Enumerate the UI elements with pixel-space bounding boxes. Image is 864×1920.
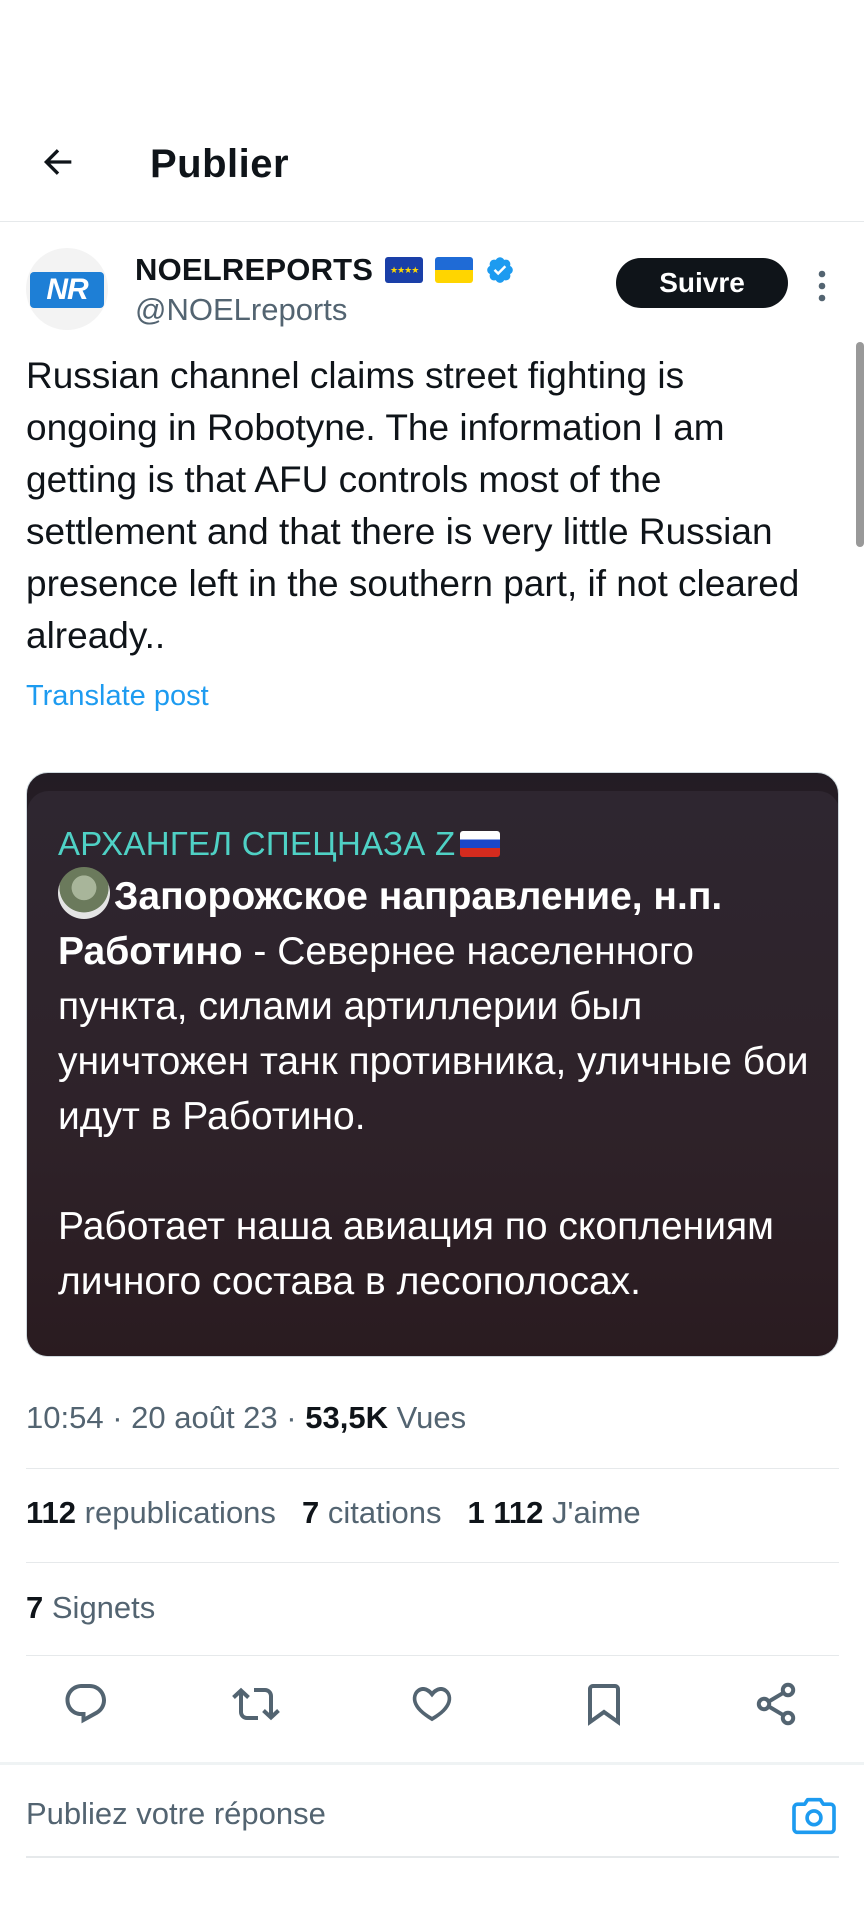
likes-stat[interactable]: 1 112 J'aime	[468, 1495, 641, 1531]
post-time: 10:54	[26, 1400, 104, 1435]
media-channel-name: АРХАНГЕЛ СПЕЦНАЗА Z	[58, 825, 500, 863]
post-meta: 10:54 · 20 août 23 · 53,5K Vues	[26, 1400, 467, 1435]
bookmark-icon[interactable]	[580, 1680, 628, 1728]
translate-post-link[interactable]: Translate post	[26, 680, 209, 713]
post-text: Russian channel claims street fighting i…	[26, 355, 800, 656]
top-bar: Publier	[0, 120, 864, 220]
avatar-logo: NR	[30, 272, 104, 308]
eu-flag-icon: ★★★★	[385, 257, 424, 283]
views-count: 53,5K	[305, 1400, 388, 1435]
arrow-left-icon[interactable]	[38, 142, 78, 182]
media-body-text: Запорожское направление, н.п. Работино -…	[58, 867, 828, 1309]
post-media-image[interactable]: АРХАНГЕЛ СПЕЦНАЗА Z Запорожское направле…	[26, 772, 839, 1357]
ukraine-flag-icon	[435, 257, 474, 283]
media-channel-avatar	[58, 867, 110, 919]
heart-icon[interactable]	[408, 1680, 456, 1728]
reposts-count: 112	[26, 1495, 77, 1530]
reply-input[interactable]	[26, 1796, 786, 1832]
reposts-label: republications	[84, 1495, 276, 1530]
divider	[26, 1562, 839, 1563]
likes-label: J'aime	[552, 1495, 641, 1530]
follow-button[interactable]: Suivre	[616, 258, 788, 308]
share-icon[interactable]	[752, 1680, 800, 1728]
header-divider	[0, 221, 864, 222]
media-body-part2: Работает наша авиация по скоплениям личн…	[58, 1205, 774, 1303]
views-label: Vues	[396, 1400, 467, 1435]
verified-badge-icon	[487, 257, 513, 283]
author-name-row[interactable]: NOELREPORTS ★★★★	[135, 252, 515, 288]
likes-count: 1 112	[467, 1495, 544, 1530]
author-row: NR NOELREPORTS ★★★★ @NOELreports Suivre	[0, 248, 864, 334]
bookmarks-label: Signets	[51, 1590, 156, 1625]
page-title: Publier	[150, 142, 290, 186]
author-handle[interactable]: @NOELreports	[135, 292, 347, 328]
quotes-count: 7	[301, 1495, 320, 1530]
reply-input-underline	[26, 1856, 839, 1858]
divider	[26, 1468, 839, 1469]
author-display-name: NOELREPORTS	[135, 252, 374, 287]
camera-icon[interactable]	[792, 1796, 836, 1836]
post-stats: 112 republications 7 citations 1 112 J'a…	[26, 1495, 641, 1531]
bookmarks-count: 7	[26, 1590, 44, 1625]
reply-divider	[0, 1762, 864, 1765]
bookmarks-stat[interactable]: 7 Signets	[26, 1590, 155, 1626]
reply-icon[interactable]	[62, 1680, 110, 1728]
divider	[26, 1655, 839, 1656]
media-channel-name-text: АРХАНГЕЛ СПЕЦНАЗА Z	[58, 825, 456, 862]
scrollbar[interactable]	[856, 342, 864, 547]
post-date: 20 août 23	[131, 1400, 278, 1435]
reposts-stat[interactable]: 112 republications	[26, 1495, 276, 1531]
media-screenshot-card: АРХАНГЕЛ СПЕЦНАЗА Z Запорожское направле…	[27, 791, 838, 1356]
avatar[interactable]: NR	[26, 248, 108, 330]
more-vertical-icon[interactable]	[815, 268, 829, 304]
russia-flag-icon	[459, 831, 500, 857]
quotes-label: citations	[327, 1495, 442, 1530]
quotes-stat[interactable]: 7 citations	[302, 1495, 442, 1531]
action-bar	[0, 1680, 864, 1730]
repost-icon[interactable]	[232, 1680, 280, 1728]
